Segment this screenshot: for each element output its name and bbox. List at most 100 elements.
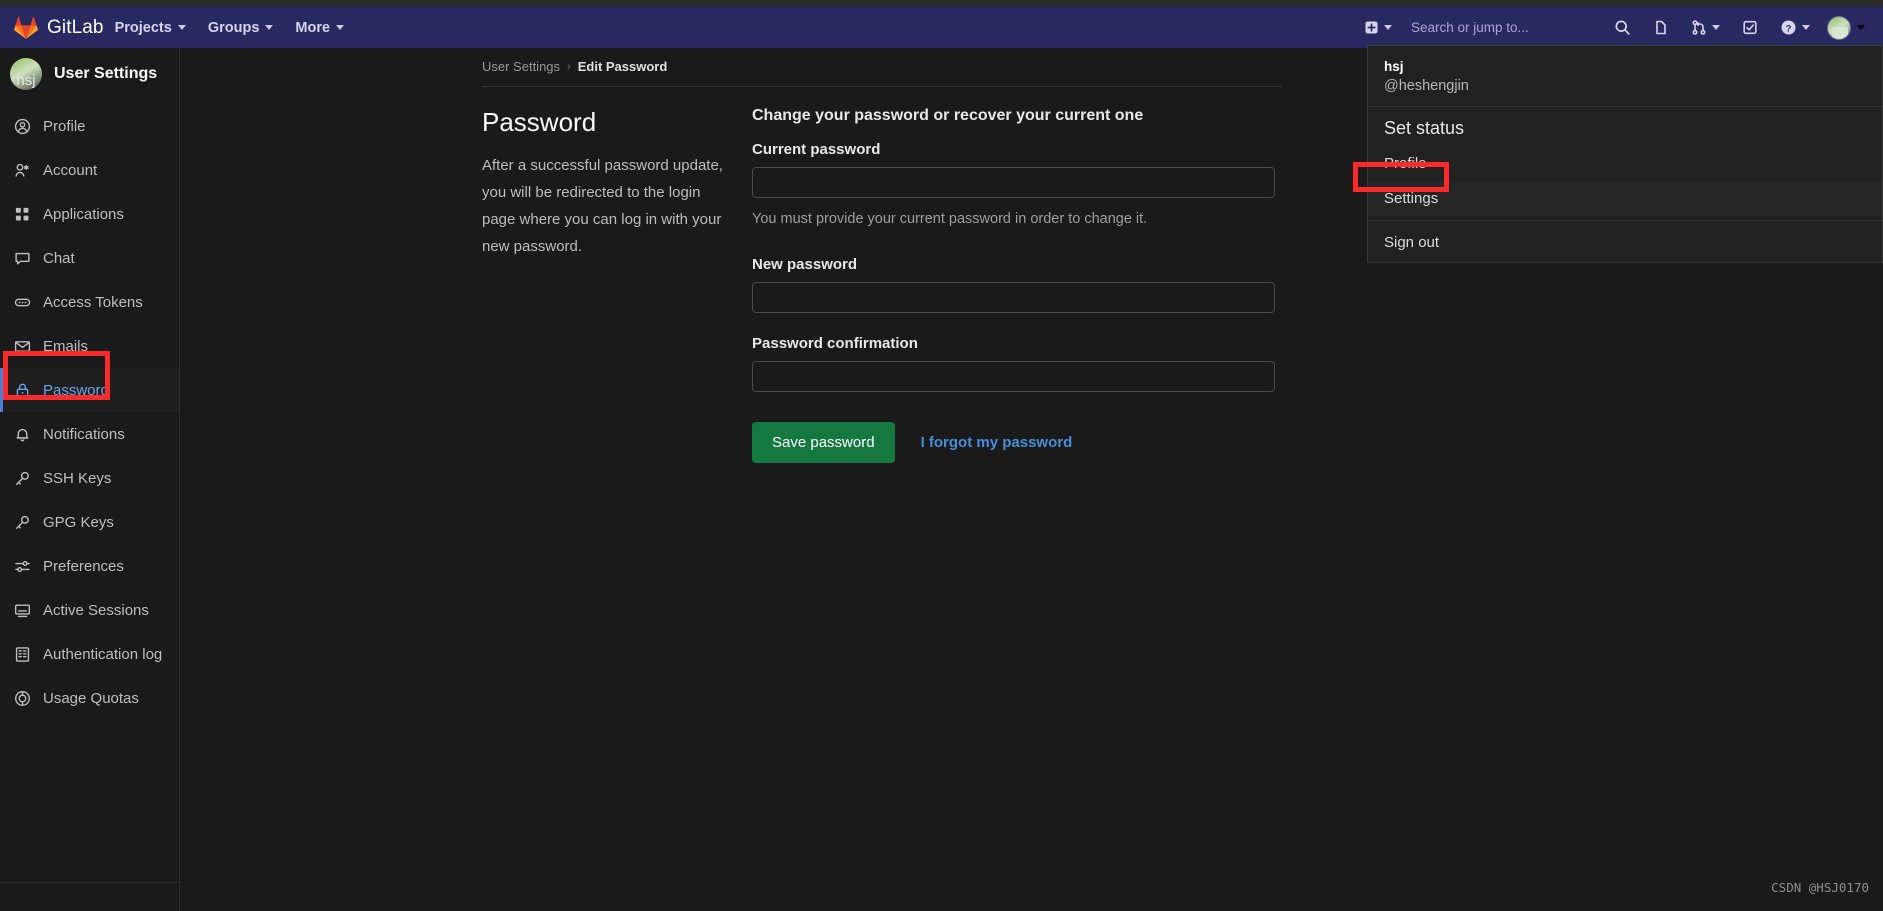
sidebar-item-active-sessions[interactable]: Active Sessions [0,588,179,632]
current-password-group: Current password You must provide your c… [752,141,1276,227]
sidebar-item-label: Applications [43,205,124,223]
gitlab-tanuki-logo[interactable] [13,15,39,40]
help-icon[interactable]: ? [1769,7,1821,48]
sidebar-divider [0,882,179,883]
sidebar-item-usage-quotas[interactable]: Usage Quotas [0,676,179,720]
nav-item-projects[interactable]: Projects [104,7,197,48]
merge-requests-icon[interactable] [1680,7,1731,48]
sidebar-item-label: Emails [43,337,89,355]
applications-icon [14,206,31,223]
sidebar-item-authentication-log[interactable]: Authentication log [0,632,179,676]
top-navigation-bar: GitLab Projects Groups More Search or ju… [0,7,1883,48]
password-form-column: Change your password or recover your cur… [752,107,1276,463]
breadcrumb-separator-icon: › [567,60,571,73]
sidebar-item-profile[interactable]: Profile [0,104,179,148]
password-confirmation-input[interactable] [752,361,1275,392]
page-title: User Settings [54,65,158,82]
sidebar-item-label: Active Sessions [43,601,149,619]
new-password-input[interactable] [752,282,1275,313]
log-list-icon [14,646,31,663]
bell-icon [14,426,31,443]
key-icon [14,470,31,487]
sign-out-menu-item[interactable]: Sign out [1368,225,1882,260]
user-circle-icon [14,118,31,135]
chevron-down-icon [1712,25,1720,30]
sidebar-header[interactable]: hsj User Settings [0,48,179,100]
new-password-label: New password [752,256,858,273]
set-status-item[interactable]: Set status [1368,107,1882,146]
sidebar-item-account[interactable]: Account [0,148,179,192]
user-dropdown-menu: hsj @heshengjin Set status Profile Setti… [1367,45,1883,263]
save-password-button[interactable]: Save password [752,422,895,463]
user-menu-name: hsj [1384,59,1404,74]
new-password-group: New password [752,256,1276,313]
nav-item-groups-label: Groups [207,19,260,36]
sidebar-item-label: Notifications [43,425,125,443]
lock-icon [14,382,31,399]
sidebar-item-notifications[interactable]: Notifications [0,412,179,456]
sidebar-item-applications[interactable]: Applications [0,192,179,236]
chevron-down-icon [1857,25,1865,30]
quota-gauge-icon [14,690,31,707]
user-menu-header: hsj @heshengjin [1368,46,1882,107]
current-password-help: You must provide your current password i… [752,211,1148,227]
navbar-right-group: Search or jump to... ? [1353,7,1883,48]
chevron-down-icon [336,25,345,30]
password-info-column: Password After a successful password upd… [482,107,752,463]
sidebar-item-label: Chat [43,249,75,267]
forgot-password-link[interactable]: I forgot my password [921,434,1073,451]
issues-icon[interactable] [1642,7,1680,48]
envelope-icon [14,338,31,355]
sidebar-item-label: SSH Keys [43,469,112,487]
avatar-initials: hsj [16,72,36,89]
form-title: Change your password or recover your cur… [752,107,1144,124]
user-avatar-dropdown[interactable] [1821,7,1875,48]
search-input[interactable]: Search or jump to... [1403,7,1603,48]
breadcrumb-root[interactable]: User Settings [482,59,560,74]
nav-item-more-label: More [295,19,331,36]
sidebar-item-label: Account [43,161,98,179]
todos-icon[interactable] [1731,7,1769,48]
nav-item-more[interactable]: More [284,7,355,48]
password-confirmation-group: Password confirmation [752,335,1276,392]
window-top-strip [0,0,1883,7]
chevron-down-icon [265,25,274,30]
token-icon [14,294,31,311]
sidebar-item-label: Usage Quotas [43,689,139,707]
password-confirmation-label: Password confirmation [752,335,918,352]
section-heading: Password [482,107,597,137]
profile-menu-item[interactable]: Profile [1368,146,1882,181]
chevron-down-icon [177,25,186,30]
current-password-label: Current password [752,141,881,158]
user-menu-divider [1368,220,1882,221]
breadcrumb-divider [482,86,1282,87]
sidebar-item-chat[interactable]: Chat [0,236,179,280]
sidebar-item-access-tokens[interactable]: Access Tokens [0,280,179,324]
user-settings-sidebar: hsj User Settings Profile Account Applic… [0,48,180,911]
sidebar-item-ssh-keys[interactable]: SSH Keys [0,456,179,500]
search-icon[interactable] [1603,7,1642,48]
key-icon [14,514,31,531]
sidebar-item-password[interactable]: Password [0,368,179,412]
sliders-icon [14,558,31,575]
sidebar-item-label: Profile [43,117,86,135]
search-placeholder-text: Search or jump to... [1411,20,1529,35]
sidebar-item-label: Preferences [43,557,124,575]
nav-item-groups[interactable]: Groups [197,7,285,48]
gitlab-brand-label[interactable]: GitLab [47,17,104,39]
sidebar-item-preferences[interactable]: Preferences [0,544,179,588]
breadcrumb-current[interactable]: Edit Password [578,59,668,74]
sidebar-item-label: Authentication log [43,645,163,663]
navbar-left-group: GitLab Projects Groups More [0,7,355,48]
chevron-down-icon [1384,25,1392,30]
user-menu-handle: @heshengjin [1384,78,1469,94]
sidebar-item-gpg-keys[interactable]: GPG Keys [0,500,179,544]
avatar: hsj [10,58,42,90]
sidebar-item-emails[interactable]: Emails [0,324,179,368]
section-description: After a successful password update, you … [482,157,723,255]
new-item-dropdown[interactable] [1353,7,1403,48]
current-password-input[interactable] [752,167,1275,198]
settings-menu-item[interactable]: Settings [1368,181,1882,216]
